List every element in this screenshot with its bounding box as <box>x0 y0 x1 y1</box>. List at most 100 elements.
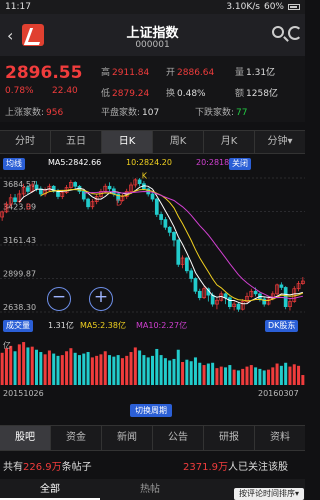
info-tab-1[interactable]: 资金 <box>51 426 102 450</box>
volume-bar <box>176 349 180 385</box>
network-speed: 3.10K/s <box>226 2 260 12</box>
volume-bar <box>43 354 47 385</box>
volume-svg <box>0 342 305 385</box>
info-tab-3[interactable]: 公告 <box>153 426 204 450</box>
sort-dropdown[interactable]: 按评论时间排序▾ <box>234 488 304 500</box>
volume-bar <box>254 367 258 385</box>
post-count-line: 共有226.9万条帖子 <box>3 458 92 473</box>
period-tabs: 分时 五日 日K 周K 月K 分钟▾ <box>0 130 305 154</box>
kline-svg: 3684.573423.093161.432899.872638.30B DK <box>0 172 305 313</box>
candle-body <box>227 297 232 308</box>
volume-bar <box>30 346 34 385</box>
candle-body <box>189 270 194 279</box>
period-tab-3[interactable]: 周K <box>153 131 204 153</box>
volume-bar <box>202 365 206 385</box>
volume-bar <box>224 367 228 385</box>
search-icon[interactable] <box>272 26 284 38</box>
shareholder-button[interactable]: DK股东 <box>265 320 299 332</box>
discussion-stats: 共有226.9万条帖子 2371.9万人已关注该股 <box>0 455 305 473</box>
post-filter-tab-0[interactable]: 全部 <box>0 479 100 500</box>
volume-bar <box>189 361 193 385</box>
follower-suffix: 人已关注该股 <box>228 462 288 473</box>
candle-body <box>159 214 163 220</box>
volume-bar <box>159 355 163 385</box>
y-tick-label: 3684.57 <box>3 180 36 189</box>
volume-bar <box>271 367 275 385</box>
breadth-row: 上涨家数: 956 平盘家数: 107 下跌家数: 77 <box>0 104 305 122</box>
post-count-suffix: 条帖子 <box>61 462 92 473</box>
candle-body <box>26 187 30 192</box>
volume-bar <box>47 350 51 385</box>
amount-field: 额 1258亿 <box>235 86 278 99</box>
zoom-in-button[interactable]: + <box>89 287 113 311</box>
volume-bar <box>288 366 292 385</box>
info-tab-2[interactable]: 新闻 <box>102 426 153 450</box>
volume-bar <box>172 358 176 385</box>
volume-bar <box>22 342 26 385</box>
volume-legend: 成交量 1.31亿 MA5:2.38亿 MA10:2.27亿 DK股东 <box>0 319 305 333</box>
info-tabs: 股吧 资金 新闻 公告 研报 资料 <box>0 425 305 451</box>
kline-chart[interactable]: 3684.57 3423.09 3161.43 2899.87 2638.30 B D K −… <box>0 172 305 318</box>
candle-body <box>197 290 202 299</box>
period-tab-2[interactable]: 日K <box>102 131 153 153</box>
date-range: 20151026 20160307 <box>0 387 305 399</box>
battery-icon <box>288 4 300 10</box>
start-date: 20151026 <box>3 389 44 398</box>
volume-bar <box>206 363 210 385</box>
up-count-value: 956 <box>46 108 64 118</box>
volume-bar <box>65 351 69 385</box>
volume-bar <box>86 352 90 385</box>
period-tab-1[interactable]: 五日 <box>51 131 102 153</box>
volume-bar <box>90 357 94 385</box>
volume-bar <box>56 355 60 385</box>
ma5-value: MA5:2842.66 <box>48 158 102 167</box>
volume-bar <box>245 366 249 385</box>
ma-close-button[interactable]: 关闭 <box>229 158 251 170</box>
turnover-label: 换 <box>166 89 176 99</box>
candle-body <box>13 197 17 202</box>
volume-bar <box>103 351 107 385</box>
period-tab-4[interactable]: 月K <box>204 131 255 153</box>
period-tab-5[interactable]: 分钟▾ <box>255 131 305 153</box>
volume-bar <box>185 359 189 385</box>
refresh-icon[interactable] <box>288 26 302 40</box>
volume-bar <box>266 369 270 385</box>
flat-count-field: 平盘家数: 107 <box>101 105 159 118</box>
candle-body <box>283 287 288 308</box>
candle-body <box>34 184 39 190</box>
volume-bar <box>181 362 185 385</box>
volume-bar <box>279 365 283 385</box>
volume-bar <box>99 354 103 385</box>
volume-bar <box>95 355 99 385</box>
ma-indicator-button[interactable]: 均线 <box>3 158 25 170</box>
candle-body <box>172 232 176 241</box>
volume-bar <box>35 349 39 385</box>
volume-indicator-button[interactable]: 成交量 <box>3 320 33 332</box>
turnover-field: 换 0.48% <box>166 86 206 99</box>
info-tab-5[interactable]: 资料 <box>255 426 305 450</box>
volume-ma10: MA10:2.27亿 <box>136 321 188 330</box>
y-tick-label: 3161.43 <box>3 236 36 245</box>
volume-bar <box>26 347 30 385</box>
volume-bar <box>198 362 202 385</box>
candle-body <box>236 303 241 310</box>
change-percent: 0.78% <box>5 86 34 96</box>
volume-bar <box>258 368 262 385</box>
volume-bar <box>142 355 146 385</box>
info-tab-0[interactable]: 股吧 <box>0 426 51 450</box>
volume-bar <box>17 344 21 385</box>
info-tab-4[interactable]: 研报 <box>204 426 255 450</box>
up-count-label: 上涨家数: <box>5 108 45 118</box>
volume-bar <box>168 360 172 385</box>
post-filter-tab-1[interactable]: 热帖 <box>100 479 200 500</box>
volume-bar <box>193 357 197 385</box>
status-time: 11:17 <box>5 2 31 12</box>
volume-bar <box>82 353 86 385</box>
period-tab-0[interactable]: 分时 <box>0 131 51 153</box>
switch-period-button[interactable]: 切换周期 <box>130 404 172 417</box>
low-field: 低 2879.24 <box>101 86 149 99</box>
zoom-out-button[interactable]: − <box>47 287 71 311</box>
volume-bar <box>275 363 279 385</box>
volume-bar <box>232 369 236 385</box>
volume-bar <box>150 355 155 385</box>
